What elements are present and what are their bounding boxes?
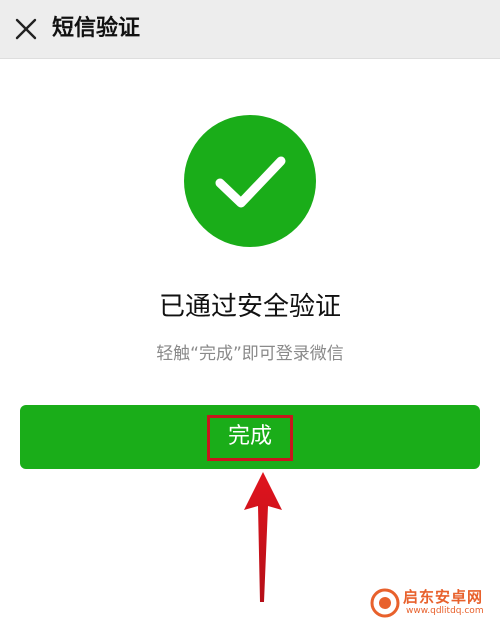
done-button-label: 完成 <box>227 424 272 449</box>
watermark-url: www.qdlitdq.com <box>406 606 484 616</box>
status-subtitle: 轻触“完成”即可登录微信 <box>156 344 344 364</box>
done-button[interactable]: 完成 <box>20 405 480 469</box>
status-title: 已通过安全验证 <box>158 292 341 322</box>
up-arrow-icon <box>238 470 288 605</box>
close-icon <box>15 18 37 40</box>
watermark-logo-icon <box>370 588 400 618</box>
top-bar: 短信验证 <box>0 0 500 59</box>
page-title: 短信验证 <box>52 16 141 41</box>
sms-verification-page: 短信验证 已通过安全验证 轻触“完成”即可登录微信 完成 启东安卓网 www.q… <box>0 0 500 625</box>
watermark: 启东安卓网 www.qdlitdq.com <box>370 585 495 621</box>
success-badge <box>184 115 316 247</box>
watermark-name: 启东安卓网 <box>403 588 484 606</box>
close-button[interactable] <box>10 13 42 45</box>
checkmark-icon <box>215 156 286 208</box>
